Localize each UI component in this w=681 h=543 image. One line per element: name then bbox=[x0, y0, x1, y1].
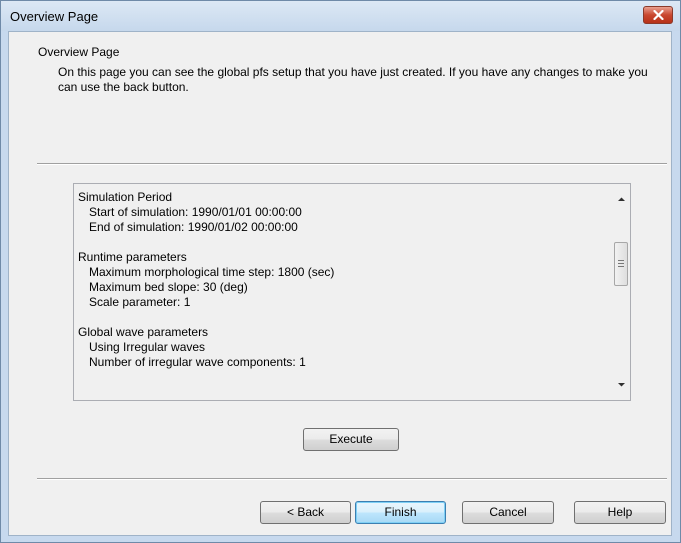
summary-detail-line: Maximum bed slope: 30 (deg) bbox=[89, 280, 248, 294]
finish-button[interactable]: Finish bbox=[355, 501, 446, 524]
summary-detail-line: Number of irregular wave components: 1 bbox=[89, 355, 306, 369]
close-button[interactable] bbox=[643, 6, 673, 24]
summary-blank-line bbox=[78, 235, 603, 250]
summary-section-heading: Simulation Period bbox=[78, 190, 173, 204]
vertical-scrollbar[interactable] bbox=[613, 184, 630, 400]
summary-section-heading: Global wave parameters bbox=[78, 325, 209, 339]
summary-detail-line: Using Irregular waves bbox=[89, 340, 206, 354]
close-icon bbox=[653, 10, 664, 20]
summary-section-heading: Runtime parameters bbox=[78, 250, 187, 264]
title-bar[interactable]: Overview Page bbox=[1, 1, 680, 31]
summary-detail-line: Scale parameter: 1 bbox=[89, 295, 191, 309]
footer-separator bbox=[37, 478, 667, 480]
summary-detail-line: Maximum morphological time step: 1800 (s… bbox=[89, 265, 335, 279]
page-description: On this page you can see the global pfs … bbox=[58, 65, 648, 94]
cancel-button[interactable]: Cancel bbox=[462, 501, 554, 524]
header-separator bbox=[37, 163, 667, 165]
summary-text: Simulation Period Start of simulation: 19… bbox=[78, 190, 603, 370]
page-heading: Overview Page bbox=[38, 45, 120, 59]
summary-textbox[interactable]: Simulation Period Start of simulation: 19… bbox=[73, 183, 631, 401]
execute-button[interactable]: Execute bbox=[303, 428, 399, 451]
summary-detail-line: End of simulation: 1990/01/02 00:00:00 bbox=[89, 220, 298, 234]
scroll-thumb[interactable] bbox=[614, 242, 628, 286]
help-button[interactable]: Help bbox=[574, 501, 666, 524]
scroll-up-arrow-icon[interactable] bbox=[617, 195, 626, 204]
scroll-down-arrow-icon[interactable] bbox=[617, 380, 626, 389]
summary-detail-line: Start of simulation: 1990/01/01 00:00:00 bbox=[89, 205, 302, 219]
window-title: Overview Page bbox=[10, 9, 99, 24]
back-button[interactable]: < Back bbox=[260, 501, 351, 524]
summary-blank-line bbox=[78, 310, 603, 325]
